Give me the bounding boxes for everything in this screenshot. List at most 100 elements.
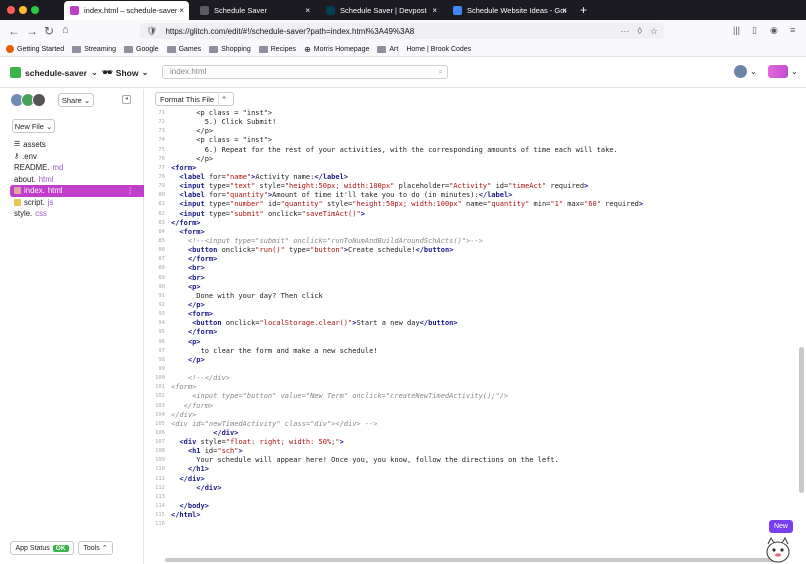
browser-tab[interactable]: index.html – schedule-saver × [64, 1, 189, 20]
browser-tab[interactable]: Schedule Saver | Devpost × [320, 1, 442, 20]
code-token: name= [461, 200, 488, 209]
code-editor[interactable]: Format This File ✦ 71 <p class = "inst">… [145, 89, 806, 564]
collaborator-avatars[interactable] [10, 93, 46, 107]
bookmark-item[interactable]: ⊕ Morris Homepage [304, 45, 369, 54]
code-line: 84 <form> [145, 228, 795, 237]
code-token: id= [491, 182, 509, 191]
file-item[interactable]: about. html [10, 174, 144, 186]
collapse-sidebar-icon[interactable]: ◂ [122, 95, 131, 104]
file-item[interactable]: README. md [10, 162, 144, 174]
new-tab-button[interactable]: + [580, 3, 587, 17]
close-tab-icon[interactable]: × [179, 6, 184, 15]
line-text: </body> [171, 502, 209, 511]
file-search-input[interactable]: index.html ⌕ [162, 65, 448, 79]
horizontal-scrollbar[interactable] [165, 558, 777, 562]
bookmark-item[interactable]: Recipes [258, 45, 296, 53]
code-token: </form> [171, 328, 218, 337]
code-token: </form> [171, 401, 214, 410]
code-token: <div id="newTimedActivity" class="div"><… [171, 419, 378, 428]
code-token: > [584, 182, 589, 191]
reload-icon[interactable]: ↻ [44, 24, 54, 38]
line-text: </div> [171, 429, 238, 438]
code-token: <br> [171, 273, 205, 282]
line-number: 97 [158, 347, 165, 354]
file-item[interactable]: script. js [10, 197, 144, 209]
zoom-window-icon[interactable] [31, 6, 39, 14]
code-area[interactable]: 71 <p class = "inst"> 72 5.) Click Submit… [145, 109, 795, 529]
browser-tab[interactable]: Schedule Website Ideas - Goog × [447, 1, 572, 20]
code-token: "Activity" [449, 182, 492, 191]
line-text: <form> [171, 228, 204, 237]
line-number: 93 [158, 311, 165, 318]
bookmark-item[interactable]: Getting Started [6, 45, 64, 53]
file-item[interactable]: ☰ assets [10, 139, 144, 151]
file-item[interactable]: index. html ⋮ [10, 185, 144, 197]
close-tab-icon[interactable]: × [305, 6, 310, 15]
glitch-logo[interactable] [768, 65, 788, 78]
menu-icon[interactable]: ≡ [790, 25, 795, 35]
code-line: 103 </form> [145, 402, 795, 411]
code-token: "button" [310, 246, 344, 255]
line-number: 72 [158, 119, 165, 126]
code-line: 95 </form> [145, 328, 795, 337]
bookmark-item[interactable]: Art [377, 45, 398, 53]
tools-button[interactable]: Tools ⌃ [78, 541, 113, 555]
code-line: 74 <p class = "inst"> [145, 136, 795, 145]
bookmark-item[interactable]: Games [166, 45, 201, 53]
line-text: <br> [171, 264, 205, 273]
glitch-mascot-icon[interactable] [763, 535, 793, 563]
show-button[interactable]: 🕶 Show ⌄ [102, 67, 149, 78]
line-text: </p> [171, 155, 213, 164]
bookmark-item[interactable]: Home | Brook Codes [406, 46, 471, 53]
file-item[interactable]: ⚷ .env [10, 151, 144, 163]
bookmark-item[interactable]: Shopping [209, 45, 251, 53]
close-window-icon[interactable] [7, 6, 15, 14]
bookmark-label: Streaming [84, 45, 116, 53]
code-line: 111 </div> [145, 475, 795, 484]
file-item[interactable]: style. css [10, 208, 144, 220]
project-menu[interactable]: schedule-saver ⌄ [10, 67, 98, 78]
line-text: </div> [171, 475, 204, 484]
browser-tab[interactable]: Schedule Saver × [194, 1, 315, 20]
chevron-down-icon[interactable]: ⌄ [750, 67, 757, 76]
app-status-button[interactable]: App Status OK [10, 541, 74, 555]
code-line: 107 <div style="float: right; width: 50%… [145, 438, 795, 447]
url-bar[interactable]: 🛡 https://glitch.com/edit/#!/schedule-sa… [140, 23, 664, 39]
bookmark-item[interactable]: Streaming [72, 45, 116, 53]
chevron-down-icon[interactable]: ⌄ [791, 67, 798, 76]
pocket-icon[interactable]: ◊ [637, 26, 641, 37]
line-number: 88 [158, 265, 165, 272]
code-line: 96 <p> [145, 338, 795, 347]
code-line: 76 </p> [145, 155, 795, 164]
close-tab-icon[interactable]: × [432, 6, 437, 15]
line-number: 83 [158, 219, 165, 226]
account-icon[interactable]: ◉ [770, 25, 778, 36]
share-button[interactable]: Share ⌄ [58, 93, 94, 107]
sidebar-icon[interactable]: ▯ [752, 25, 757, 36]
new-file-button[interactable]: New File ⌄ [12, 119, 55, 133]
home-icon[interactable]: ⌂ [62, 24, 69, 36]
code-token: <h1 [171, 447, 205, 456]
bookmark-item[interactable]: Google [124, 45, 159, 53]
code-token: required [546, 182, 585, 191]
minimize-window-icon[interactable] [19, 6, 27, 14]
page-actions-icon[interactable]: ··· [620, 26, 629, 37]
line-number: 112 [155, 484, 165, 491]
code-token: </p> [171, 127, 214, 136]
back-icon[interactable]: ← [8, 24, 20, 38]
code-token: style= [200, 438, 226, 447]
file-name: assets [23, 140, 46, 149]
url-text[interactable]: https://glitch.com/edit/#!/schedule-save… [165, 27, 620, 36]
line-number: 73 [158, 128, 165, 135]
avatar[interactable] [32, 93, 46, 107]
vertical-scrollbar[interactable] [799, 347, 804, 493]
forward-icon[interactable]: → [26, 24, 38, 38]
user-avatar[interactable] [734, 65, 747, 78]
shield-icon[interactable]: 🛡 [146, 26, 157, 37]
format-file-button[interactable]: Format This File ✦ [155, 92, 235, 106]
bookmark-star-icon[interactable]: ☆ [650, 26, 658, 37]
close-tab-icon[interactable]: × [562, 6, 567, 15]
library-icon[interactable]: ||| [733, 25, 740, 35]
file-options-icon[interactable]: ⋮ [126, 185, 134, 197]
new-badge[interactable]: New [769, 520, 793, 533]
